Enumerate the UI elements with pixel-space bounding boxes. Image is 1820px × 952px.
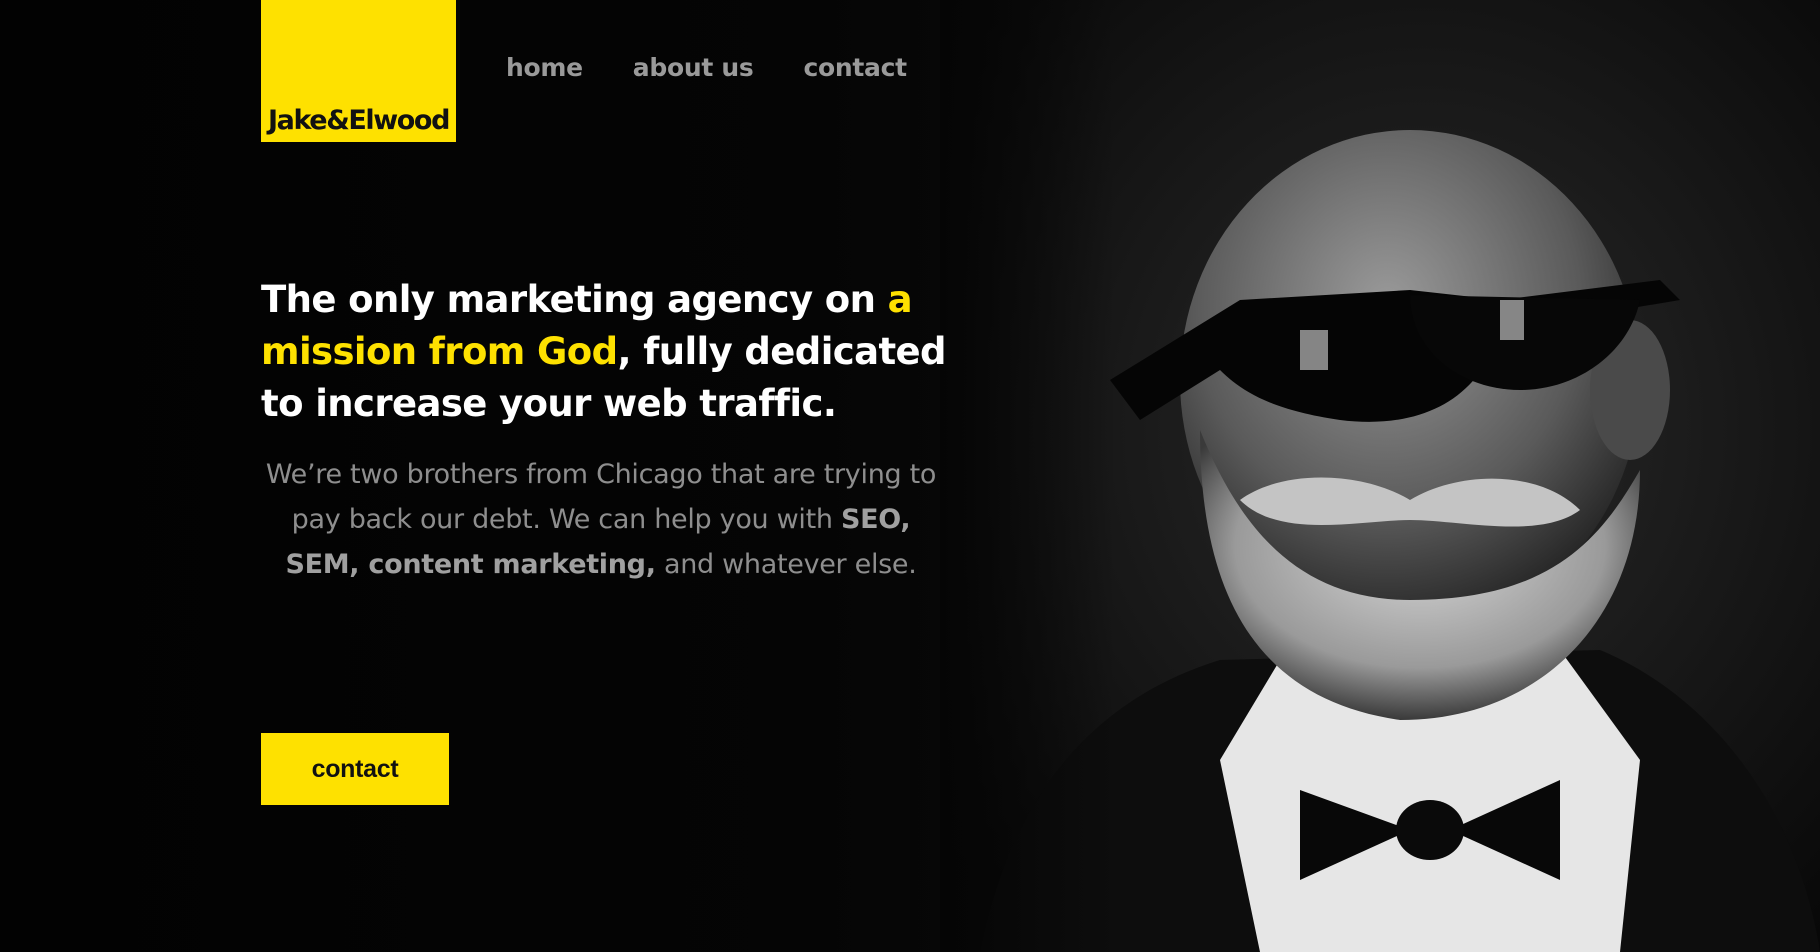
brand-logo[interactable]: Jake&Elwood [261,0,456,142]
hero-portrait-image [940,0,1820,952]
subtext-part1: We’re two brothers from Chicago that are… [265,459,937,535]
subtext-part2: and whatever else. [655,549,917,580]
nav-contact-link[interactable]: contact [803,53,907,82]
brand-logo-text: Jake&Elwood [267,105,450,136]
nav-home-link[interactable]: home [506,53,583,82]
hero-headline: The only marketing agency on a mission f… [261,274,961,430]
nav-about-us-link[interactable]: about us [633,53,754,82]
hero-subtext: We’re two brothers from Chicago that are… [256,452,946,587]
main-nav: home about us contact [506,53,907,82]
hero-section: Jake&Elwood home about us contact The on… [0,0,1820,952]
contact-button-label: contact [311,754,399,783]
headline-part1: The only marketing agency on [261,278,888,321]
contact-button[interactable]: contact [261,733,449,805]
